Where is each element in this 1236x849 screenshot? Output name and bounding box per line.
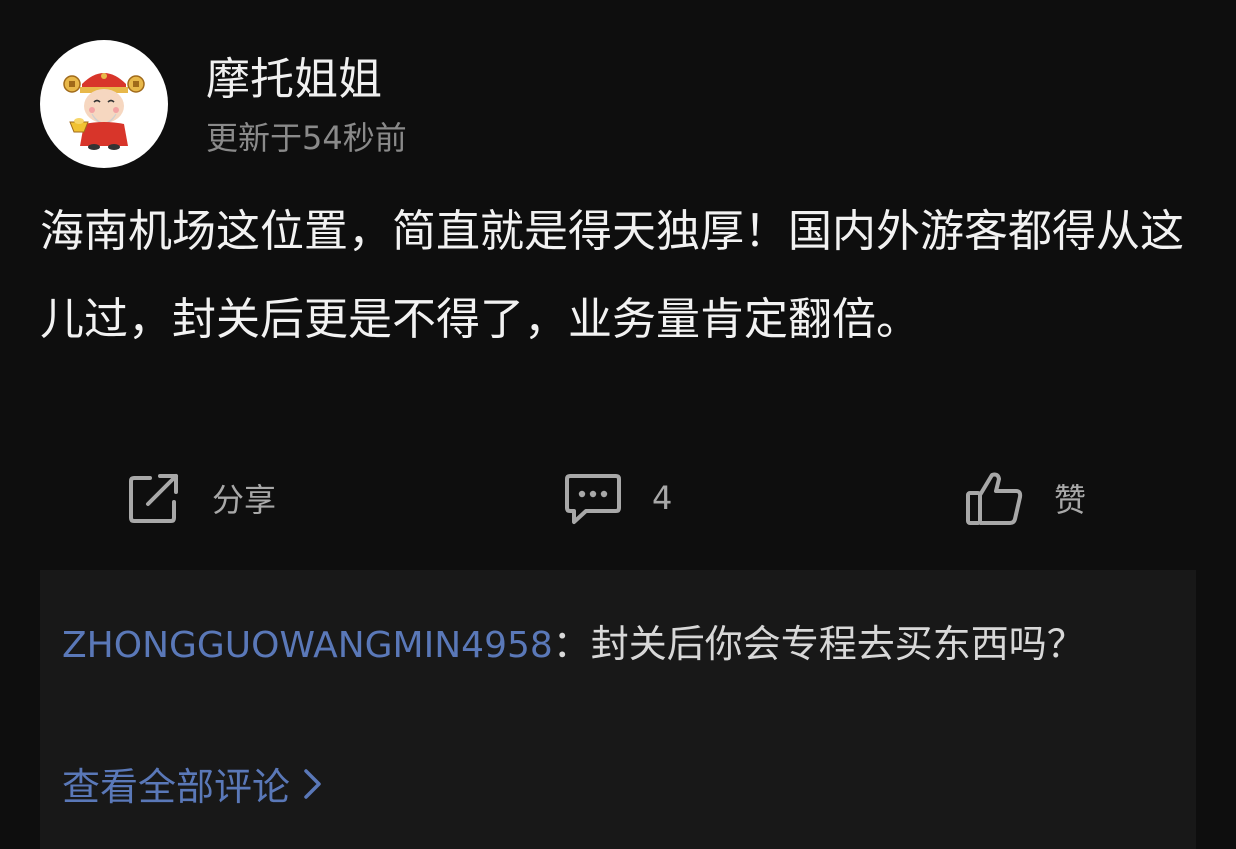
user-meta: 摩托姐姐 更新于54秒前 [206, 50, 407, 158]
comment-author[interactable]: ZHONGGUOWANGMIN4958 [62, 625, 553, 666]
share-button[interactable]: 分享 [126, 460, 276, 536]
comment-icon [565, 474, 621, 524]
comment-count: 4 [652, 479, 673, 517]
comments-preview: ZHONGGUOWANGMIN4958：封关后你会专程去买东西吗？ 查看全部评论 [40, 570, 1196, 849]
post-page: 摩托姐姐 更新于54秒前 海南机场这位置，简直就是得天独厚！国内外游客都得从这儿… [0, 0, 1236, 849]
like-button[interactable]: 赞 [964, 460, 1086, 536]
comment-item[interactable]: ZHONGGUOWANGMIN4958：封关后你会专程去买东西吗？ [62, 610, 1142, 680]
like-label: 赞 [1054, 481, 1087, 519]
updated-timestamp: 更新于54秒前 [206, 119, 407, 157]
action-bar: 分享 4 赞 [0, 460, 1236, 536]
post-header: 摩托姐姐 更新于54秒前 [40, 40, 407, 168]
view-all-label: 查看全部评论 [62, 765, 291, 809]
avatar[interactable] [40, 40, 168, 168]
comment-text: 封关后你会专程去买东西吗？ [590, 622, 1085, 666]
god-of-wealth-avatar-icon [63, 73, 145, 150]
author-name[interactable]: 摩托姐姐 [206, 50, 407, 110]
view-all-comments-link[interactable]: 查看全部评论 [62, 756, 324, 811]
share-icon [129, 474, 178, 523]
thumbs-up-icon [966, 472, 1023, 525]
comment-separator: ： [552, 622, 591, 666]
comment-button[interactable]: 4 [564, 460, 672, 536]
share-label: 分享 [212, 481, 277, 519]
chevron-right-icon [304, 768, 321, 799]
post-body: 海南机场这位置，简直就是得天独厚！国内外游客都得从这儿过，封关后更是不得了，业务… [40, 206, 1184, 345]
